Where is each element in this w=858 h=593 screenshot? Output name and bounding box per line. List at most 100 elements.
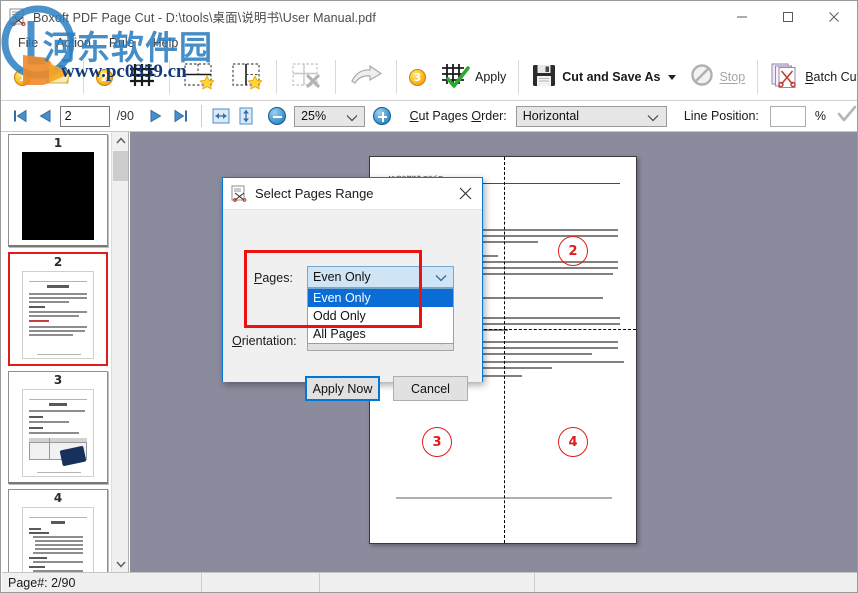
pages-option-even-only[interactable]: Even Only [308,289,453,307]
thumbnail-pane: 1 2 [2,132,129,572]
scroll-down-button[interactable] [112,555,129,572]
nav-separator-1 [201,105,202,127]
fit-width-button[interactable] [209,104,231,128]
cut-pages-order-select[interactable]: Horizontal [516,106,667,127]
zoom-in-button[interactable] [373,107,391,125]
status-cell-2 [202,573,320,593]
thumbnail-scrollbar[interactable] [111,132,128,572]
grid-icon [127,61,157,94]
zoom-level-value: 25% [301,109,326,123]
minimize-button[interactable] [719,1,765,32]
menu-item-help[interactable]: Help [144,34,188,52]
pages-select[interactable]: Even Only [307,266,454,288]
cut-pages-order-label: Cut Pages Order: [409,109,506,123]
thumbnail-preview [22,389,94,477]
cut-and-save-as-button[interactable]: Cut and Save As [524,57,683,97]
stop-label: Stop [719,70,745,84]
cut-region-marker: 2 [558,236,588,266]
toolbar-separator-5 [396,60,397,94]
thumbnail-item[interactable]: 2 [8,252,108,366]
zoom-level-select[interactable]: 25% [294,106,365,127]
status-cell-4 [535,573,858,593]
toolbar-separator-6 [518,60,519,94]
page-number-input[interactable] [60,106,110,127]
thumbnail-preview [22,507,94,572]
cut-region-marker: 4 [558,427,588,457]
dialog-title-bar: Select Pages Range [223,178,482,210]
pages-option-odd-only[interactable]: Odd Only [308,307,453,325]
toolbar: 1 2 [1,54,857,101]
window-title: Boxoft PDF Page Cut - D:\tools\桌面\说明书\Us… [33,7,376,26]
badge-3: 3 [409,69,426,86]
add-horizontal-line-button[interactable] [175,57,223,97]
thumbnail-number: 1 [9,135,107,152]
apply-label: Apply [475,70,506,84]
line-position-label: Line Position: [684,109,759,123]
status-page-info: Page#: 2/90 [2,573,202,593]
cancel-button[interactable]: Cancel [393,376,468,401]
previous-page-button[interactable] [34,104,56,128]
chevron-down-icon [346,112,358,126]
app-icon [9,8,27,26]
toolbar-separator-1 [83,60,84,94]
step-1-badge-button[interactable]: 1 [7,57,38,97]
status-cell-3 [320,573,535,593]
apply-grid-check-icon [440,61,470,94]
step-2-badge-button[interactable]: 2 [89,57,120,97]
thumbnail-list[interactable]: 1 2 [2,132,112,572]
check-mark-icon[interactable] [837,105,857,128]
next-page-button[interactable] [145,104,167,128]
dialog-close-button[interactable] [448,178,482,209]
toolbar-separator-3 [276,60,277,94]
page-total-label: /90 [117,109,134,123]
line-position-input[interactable] [770,106,806,127]
scroll-up-button[interactable] [112,132,129,149]
add-horizontal-line-icon [182,60,216,95]
maximize-button[interactable] [765,1,811,32]
cut-pages-order-value: Horizontal [523,109,579,123]
apply-button[interactable]: Apply [433,57,513,97]
chevron-down-icon[interactable] [668,75,676,80]
pages-option-all-pages[interactable]: All Pages [308,325,453,343]
pages-dropdown-list[interactable]: Even Only Odd Only All Pages [307,288,454,344]
chevron-down-icon [647,112,659,126]
batch-cutting-icon [770,61,800,94]
cut-and-save-as-label: Cut and Save As [562,70,660,84]
thumbnail-preview [22,271,94,359]
redo-button[interactable] [341,57,391,97]
badge-2: 2 [96,69,113,86]
batch-cutting-label: BBatch Cutting...atch Cutting... [805,70,858,84]
thumbnail-item[interactable]: 1 [8,134,108,247]
grid-button[interactable] [120,57,164,97]
menu-item-action[interactable]: Action [47,34,100,52]
first-page-button[interactable] [9,104,31,128]
scrollbar-thumb[interactable] [113,151,128,181]
delete-line-icon [289,60,323,95]
add-vertical-line-icon [230,60,264,95]
floppy-disk-icon [531,62,557,93]
step-3-badge-button[interactable]: 3 [402,57,433,97]
close-button[interactable] [811,1,857,32]
thumbnail-item[interactable]: 4 [8,489,108,572]
pages-select-value: Even Only [313,270,371,284]
vertical-cut-line[interactable] [504,157,505,543]
last-page-button[interactable] [170,104,192,128]
open-file-button[interactable] [38,57,78,97]
delete-line-button[interactable] [282,57,330,97]
menu-item-rule[interactable]: Rule [100,34,144,52]
add-vertical-line-button[interactable] [223,57,271,97]
apply-now-button[interactable]: Apply Now [305,376,380,401]
zoom-out-button[interactable] [268,107,286,125]
thumbnail-number: 4 [9,490,107,507]
batch-cutting-button[interactable]: BBatch Cutting...atch Cutting... [763,57,858,97]
stop-button[interactable]: Stop [683,57,752,97]
fit-height-button[interactable] [235,104,257,128]
thumbnail-preview [22,152,94,240]
thumbnail-item[interactable]: 3 [8,371,108,484]
scissors-pages-icon [231,185,248,202]
navigation-bar: /90 [1,101,857,132]
select-pages-range-dialog: Select Pages Range Pages: Even Only Even… [222,177,483,382]
open-folder-icon [45,63,71,92]
menu-item-file[interactable]: File [9,34,47,52]
window-controls [719,1,857,32]
